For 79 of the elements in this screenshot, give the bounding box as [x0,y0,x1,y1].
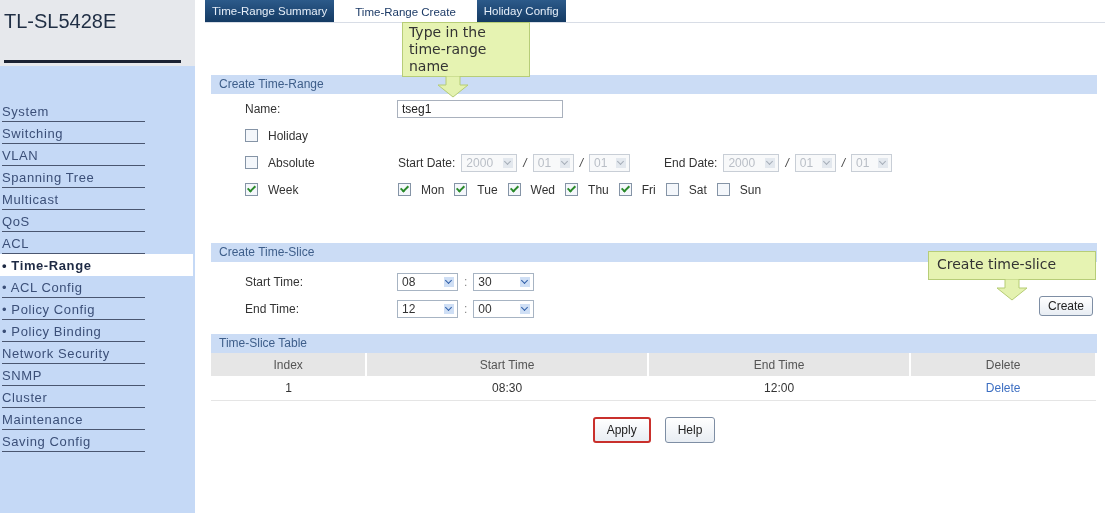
caret-icon [559,157,570,168]
column-header: End Time [647,353,911,376]
sidebar-item[interactable]: VLAN [2,144,145,166]
date-separator: / [523,155,527,170]
sidebar-item[interactable]: Network Security [2,342,145,364]
sidebar-item[interactable]: Cluster [2,386,145,408]
sidebar-item[interactable]: Spanning Tree [2,166,145,188]
checkbox-label: Sat [688,182,707,197]
sidebar-item[interactable]: SNMP [2,364,145,386]
table-cell: 08:30 [366,376,648,401]
caret-icon [444,277,454,287]
caret-icon [503,157,514,168]
checkbox[interactable] [565,183,579,196]
sidebar-item[interactable]: • Policy Binding [2,320,145,342]
date-separator: / [785,155,789,170]
hour-dropdown[interactable]: 08 [397,273,458,291]
field-label: Start Date: [398,155,456,170]
sidebar-item[interactable]: • ACL Config [2,276,145,298]
field-label: End Time: [245,302,301,316]
checkbox-label: Absolute [268,155,316,170]
checkbox[interactable] [245,156,258,169]
time-separator: : [464,275,468,289]
column-header: Start Time [366,353,648,376]
field-label: End Date: [664,155,718,170]
device-model: TL-SL5428E [4,10,117,32]
caret-icon [821,157,832,168]
sidebar-item[interactable]: • Policy Config [2,298,145,320]
checkbox[interactable] [665,183,679,196]
checkbox-label: Fri [641,182,656,197]
caret-icon [520,277,531,287]
checkbox-label: Sun [739,182,762,197]
checkbox[interactable] [245,183,258,196]
column-header: Index [211,353,367,376]
checkbox[interactable] [398,183,411,196]
help-button[interactable]: Help [664,417,716,443]
minute-dropdown[interactable]: 00 [473,300,535,318]
checkbox[interactable] [507,183,521,196]
down-arrow-icon [436,76,471,98]
sidebar-item[interactable]: System [2,100,145,122]
sidebar-item[interactable]: Maintenance [2,408,145,430]
section-header: Create Time-Range [211,75,1097,94]
name-field[interactable]: tseg1 [397,100,563,118]
checkbox[interactable] [618,183,632,196]
date-separator: / [841,155,846,170]
tab[interactable]: Time-Range Summary [205,0,335,22]
checkbox-label: Thu [588,182,609,197]
checkbox[interactable] [454,183,468,196]
table-cell: 12:00 [647,376,911,401]
checkbox-label: Mon [421,182,445,197]
minute-dropdown[interactable]: 30 [473,273,535,291]
field-label: Name: [245,102,282,116]
apply-button[interactable]: Apply [592,417,651,443]
table-cell: 1 [211,376,367,401]
caret-icon [878,157,889,168]
caret-icon [765,157,776,168]
sidebar-item[interactable]: Switching [2,122,145,144]
checkbox-label: Tue [477,182,498,197]
sidebar-item[interactable]: QoS [2,210,145,232]
down-arrow-icon [995,279,1029,301]
caret-icon [616,157,627,168]
sidebar-item[interactable]: Saving Config [2,430,145,452]
caret-icon [520,304,531,314]
tab[interactable]: Holiday Config [476,0,566,22]
sidebar-item[interactable]: • Time-Range [0,254,193,276]
checkbox-label: Holiday [268,128,310,143]
field-label: Start Time: [245,275,304,289]
checkbox-label: Week [268,182,300,197]
date-separator: / [579,155,584,170]
create-button[interactable]: Create [1038,296,1093,316]
column-header: Delete [910,353,1096,376]
checkbox-label: Wed [530,182,556,197]
hour-dropdown[interactable]: 12 [397,300,458,318]
section-header: Time-Slice Table [211,334,1097,353]
sidebar-item[interactable]: Multicast [2,188,145,210]
checkbox[interactable] [245,129,258,142]
checkbox[interactable] [716,183,730,196]
delete-link[interactable]: Delete [985,381,1021,395]
time-separator: : [464,302,468,316]
caret-icon [444,304,454,314]
